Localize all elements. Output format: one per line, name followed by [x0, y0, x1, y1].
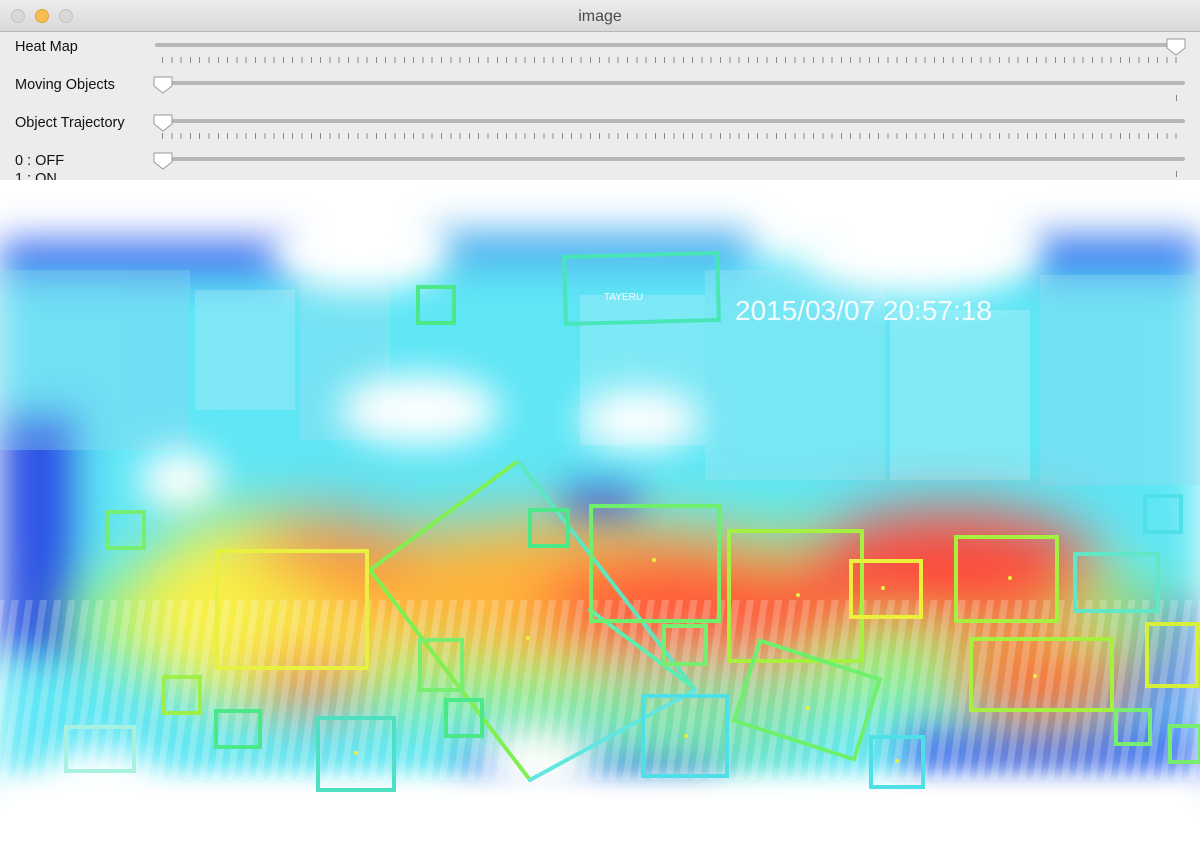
- heat-map-trackbar: Heat Map: [0, 32, 1200, 70]
- sign-overlay: TAYERU: [604, 292, 643, 303]
- moving-objects-slider-thumb[interactable]: [153, 76, 173, 94]
- heatmap-frame: 2015/03/07 20:57:18 TAYERU: [0, 180, 1200, 849]
- object-trajectory-slider-track[interactable]: [155, 119, 1185, 123]
- on-off-slider-thumb[interactable]: [153, 152, 173, 170]
- slider-ticks: [162, 57, 1184, 63]
- timestamp-overlay: 2015/03/07 20:57:18: [735, 295, 992, 326]
- heat-map-slider-track[interactable]: [155, 43, 1185, 47]
- on-off-label: 0 : OFF 1 : ON: [15, 153, 65, 180]
- moving-objects-slider-track[interactable]: [155, 81, 1185, 85]
- slider-ticks: [162, 133, 1184, 139]
- crosswalk-texture: [0, 600, 1200, 780]
- trackbar-panel: Heat Map Moving Objects Object Trajector…: [0, 32, 1200, 180]
- object-trajectory-label: Object Trajectory: [15, 115, 125, 131]
- object-trajectory-trackbar: Object Trajectory: [0, 108, 1200, 146]
- slider-end-tick: [1176, 171, 1177, 177]
- window-title: image: [578, 8, 622, 25]
- heat-map-label: Heat Map: [15, 39, 78, 55]
- on-off-slider-track[interactable]: [155, 157, 1185, 161]
- moving-objects-trackbar: Moving Objects: [0, 70, 1200, 108]
- image-viewer: 2015/03/07 20:57:18 TAYERU: [0, 180, 1200, 849]
- moving-objects-label: Moving Objects: [15, 77, 115, 93]
- heat-map-slider-thumb[interactable]: [1166, 38, 1186, 56]
- window-titlebar: image: [0, 0, 1200, 32]
- slider-end-tick: [1176, 95, 1177, 101]
- bottom-fade: [0, 780, 1200, 849]
- on-off-trackbar: 0 : OFF 1 : ON: [0, 146, 1200, 180]
- object-trajectory-slider-thumb[interactable]: [153, 114, 173, 132]
